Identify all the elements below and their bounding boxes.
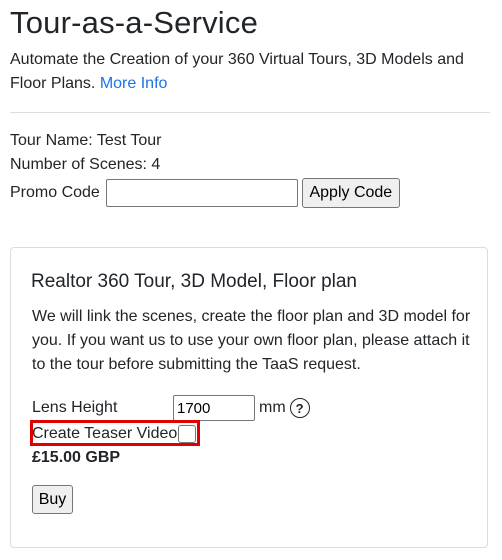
- help-circle-icon[interactable]: ?: [289, 398, 310, 418]
- page-description: Automate the Creation of your 360 Virtua…: [10, 48, 480, 96]
- page-title: Tour-as-a-Service: [10, 5, 259, 40]
- price: £15.00 GBP: [32, 449, 121, 466]
- lens-unit: mm: [259, 399, 286, 416]
- promo-code-row: Promo Code Apply Code: [10, 177, 400, 209]
- promo-code-input[interactable]: [105, 179, 298, 207]
- teaser-video-checkbox[interactable]: [178, 425, 197, 443]
- product-description: We will link the scenes, create the floo…: [32, 308, 471, 373]
- lens-height-input[interactable]: [173, 395, 255, 421]
- scene-count: Number of Scenes: 4: [10, 156, 161, 173]
- product-title: Realtor 360 Tour, 3D Model, Floor plan: [31, 271, 357, 292]
- lens-height-row: Lens Height mm ?: [32, 394, 310, 422]
- tour-name: Tour Name: Test Tour: [10, 132, 162, 149]
- promo-code-label: Promo Code: [10, 184, 100, 201]
- divider: [10, 112, 490, 113]
- description-text: Automate the Creation of your 360 Virtua…: [10, 51, 464, 92]
- lens-height-label: Lens Height: [32, 399, 118, 416]
- more-info-link[interactable]: More Info: [100, 75, 168, 92]
- teaser-video-label: Create Teaser Video: [32, 425, 178, 442]
- apply-code-button[interactable]: Apply Code: [301, 178, 400, 208]
- buy-button[interactable]: Buy: [32, 485, 73, 514]
- teaser-video-row: Create Teaser Video: [32, 422, 197, 446]
